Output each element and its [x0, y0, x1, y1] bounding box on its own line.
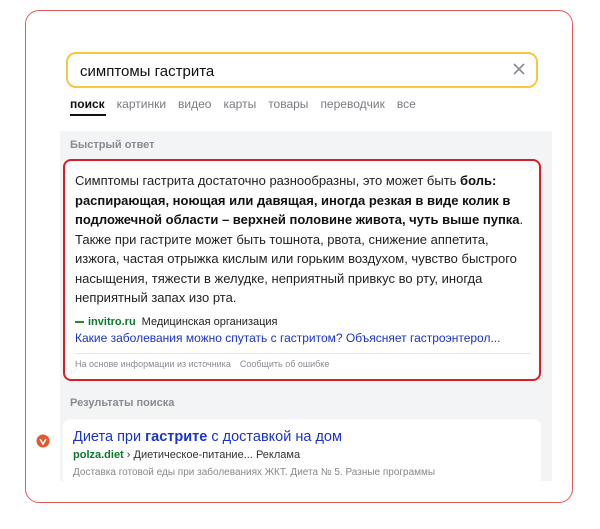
result-snippet: Доставка готовой еды при заболеваниях ЖК…	[73, 467, 436, 478]
search-input[interactable]	[78, 60, 482, 82]
result-meta: polza.diet › Диетическое-питание... Рекл…	[73, 449, 300, 461]
search-result[interactable]: Диета при гастрите с доставкой на дом po…	[63, 419, 541, 481]
ad-label: Реклама	[255, 449, 301, 461]
tab-products[interactable]: товары	[268, 97, 308, 111]
source-dash-icon	[75, 321, 84, 323]
search-box[interactable]	[66, 52, 538, 88]
site-favicon-icon	[36, 434, 50, 448]
answer-source: invitro.ru Медицинская организация	[75, 316, 278, 328]
quick-answer-card: Симптомы гастрита достаточно разнообразн…	[63, 159, 541, 381]
result-title-before: Диета при	[73, 429, 146, 445]
tab-translator[interactable]: переводчик	[320, 97, 384, 111]
search-results-title: Результаты поиска	[70, 397, 175, 409]
tab-maps[interactable]: карты	[223, 97, 256, 111]
screenshot-frame: поиск картинки видео карты товары перево…	[25, 10, 573, 503]
source-domain[interactable]: invitro.ru	[88, 316, 136, 328]
tab-video[interactable]: видео	[178, 97, 211, 111]
result-domain[interactable]: polza.diet	[73, 449, 124, 461]
result-title[interactable]: Диета при гастрите с доставкой на дом	[73, 429, 342, 445]
card-divider	[75, 353, 531, 354]
tab-search[interactable]: поиск	[70, 97, 105, 111]
search-tabs: поиск картинки видео карты товары перево…	[70, 97, 416, 111]
search-page: поиск картинки видео карты товары перево…	[60, 11, 552, 481]
result-title-bold: гастрите	[145, 429, 208, 445]
active-tab-indicator	[70, 114, 106, 116]
quick-answer-title: Быстрый ответ	[70, 139, 155, 151]
card-footer: На основе информации из источника Сообщи…	[75, 359, 329, 369]
answer-intro: Симптомы гастрита достаточно разнообразн…	[75, 173, 461, 188]
result-title-after: с доставкой на дом	[207, 429, 342, 445]
report-error-link[interactable]: Сообщить об ошибке	[240, 359, 330, 369]
source-link[interactable]: Какие заболевания можно спутать с гастри…	[75, 331, 531, 345]
quick-answer-text: Симптомы гастрита достаточно разнообразн…	[75, 171, 527, 308]
tab-all[interactable]: все	[397, 97, 416, 111]
close-icon[interactable]	[512, 62, 526, 76]
tab-images[interactable]: картинки	[117, 97, 166, 111]
result-path: › Диетическое-питание...	[126, 449, 253, 461]
footer-source-note: На основе информации из источника	[75, 359, 231, 369]
source-type: Медицинская организация	[141, 316, 278, 328]
